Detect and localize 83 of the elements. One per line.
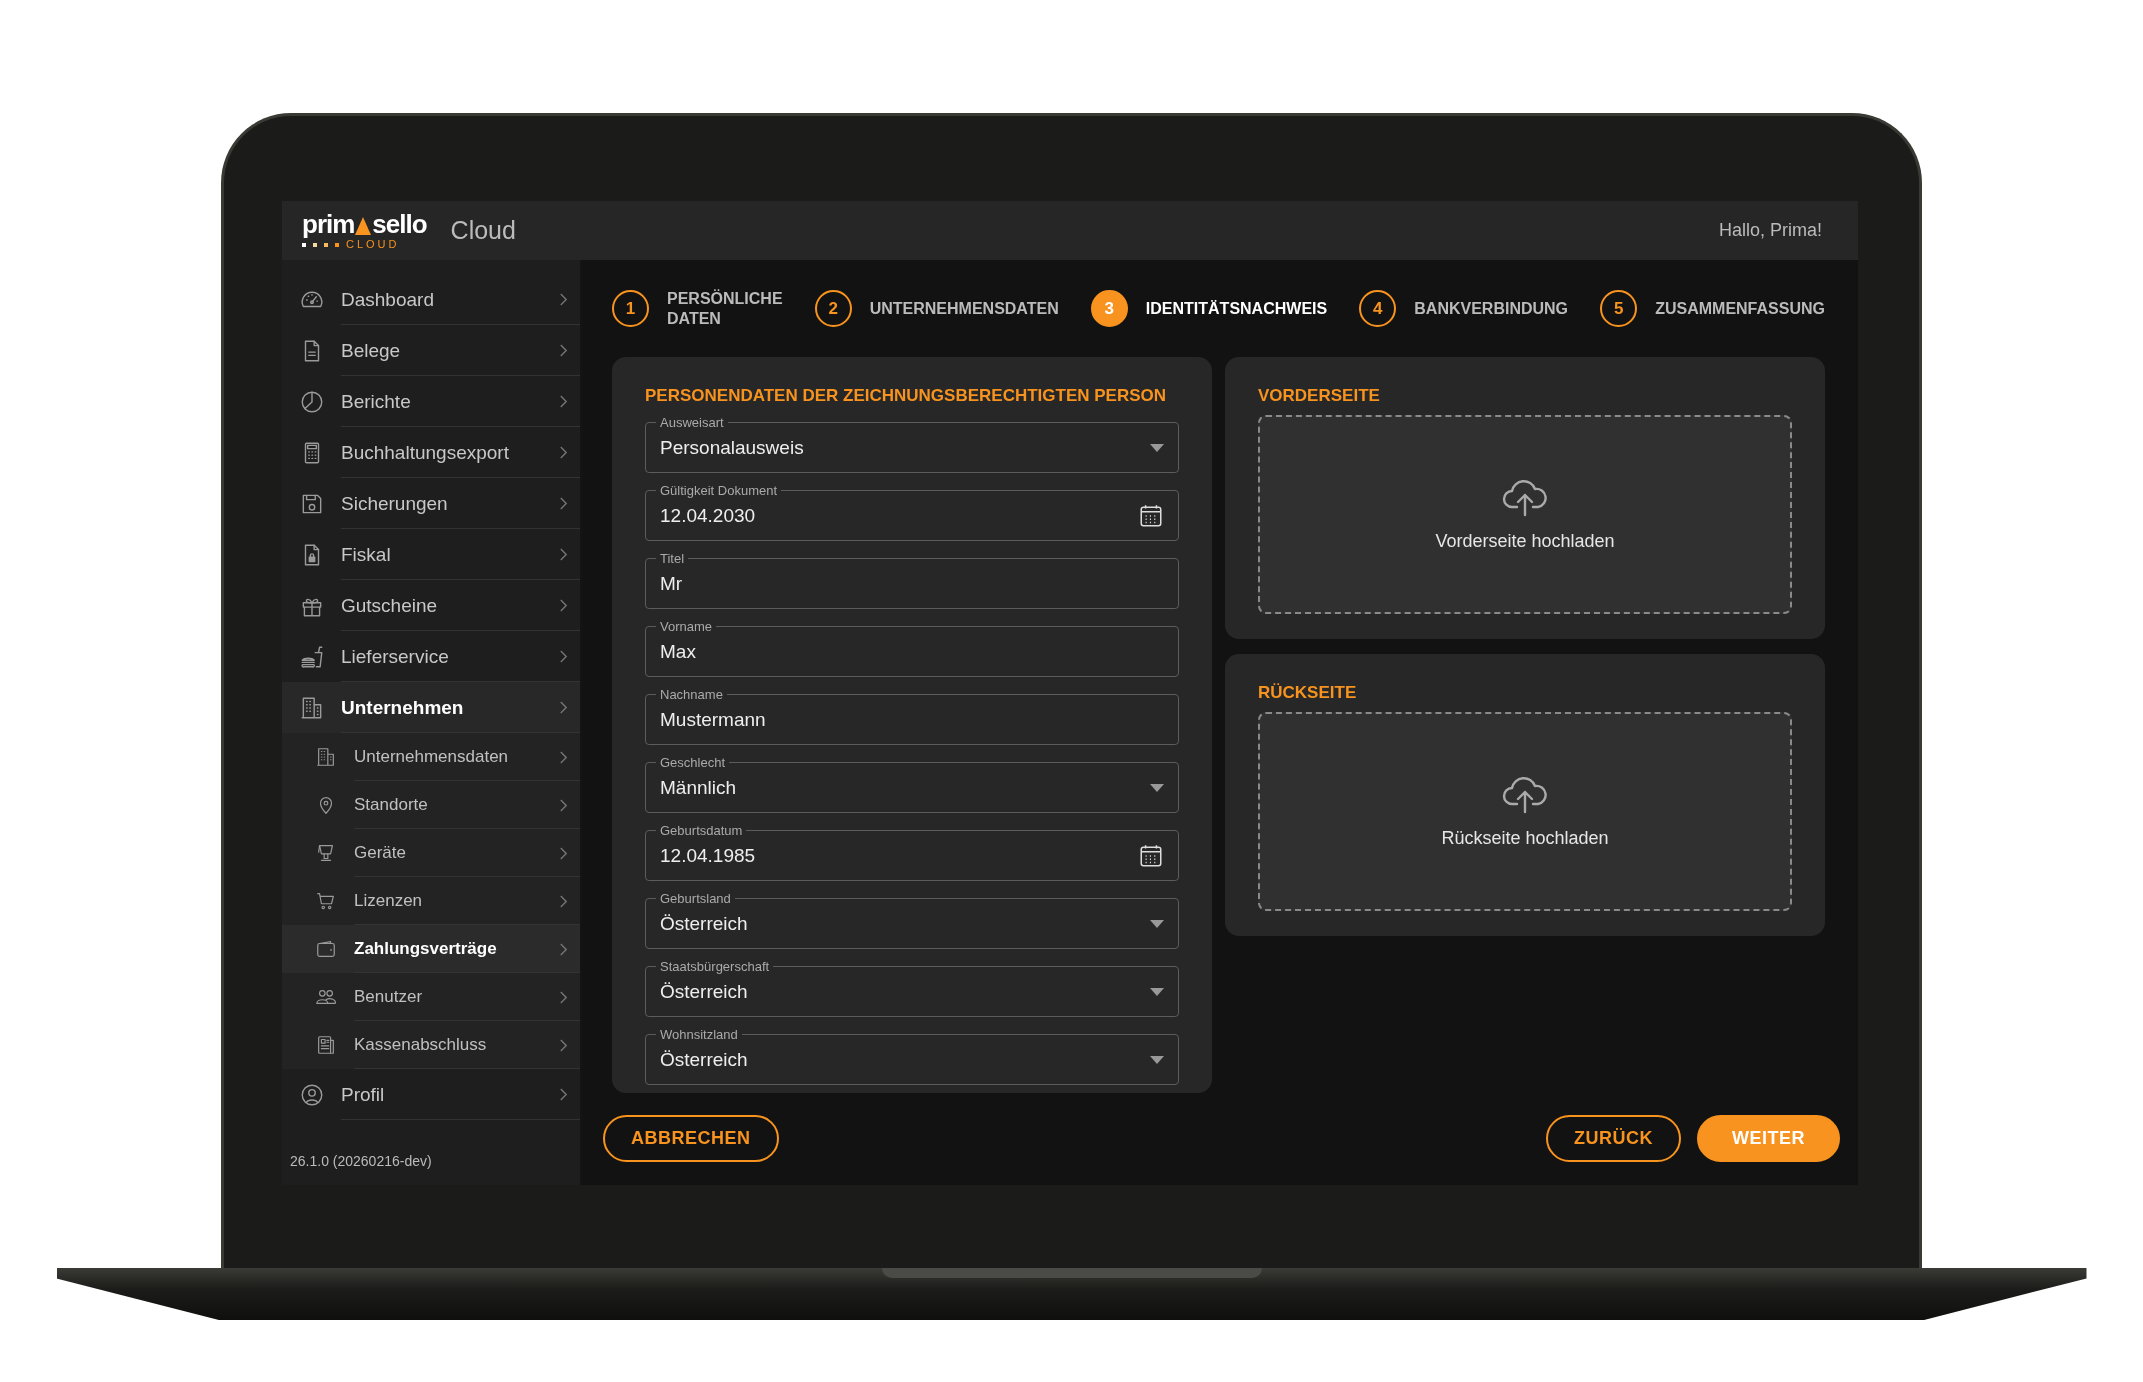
chevron-icon [559,989,568,1005]
sidebar-subitem[interactable]: Standorte [282,781,580,829]
greeting: Hallo, Prima! [1718,220,1822,241]
sidebar-item[interactable]: Dashboard [282,274,580,325]
chevron-icon [559,496,568,511]
caret-icon [1150,1056,1164,1064]
dropdown-field[interactable]: Wohnsitzland Österreich [645,1027,1179,1085]
sidebar-item[interactable]: Fiskal [282,529,580,580]
step-label: UNTERNEHMENSDATEN [869,298,1059,319]
report-icon [315,1034,337,1056]
date-field[interactable]: Gültigkeit Dokument 12.04.2030 [645,483,1179,541]
chevron-icon [559,343,568,358]
version-label: 26.1.0 (20260216-dev) [289,1153,433,1171]
chevron-icon [559,797,568,813]
sidebar-subitem[interactable]: Geräte [282,829,580,877]
upload-dropzone[interactable]: Vorderseite hochladen [1258,415,1792,614]
section-title: RÜCKSEITE [1258,682,1357,704]
stepper-step[interactable]: 3 IDENTITÄTSNACHWEIS [1090,290,1328,327]
stepper-step[interactable]: 1 PERSÖNLICHE DATEN [612,289,783,328]
chevron-icon [559,547,568,562]
dropdown-field[interactable]: Geschlecht Männlich [645,755,1179,813]
dropdown-field[interactable]: Ausweisart Personalausweis [645,415,1179,473]
step-number: 1 [612,290,649,327]
stepper-step[interactable]: 2 UNTERNEHMENSDATEN [814,290,1059,327]
back-button[interactable]: ZURÜCK [1546,1115,1681,1162]
step-label: IDENTITÄTSNACHWEIS [1145,298,1328,319]
sidebar-item[interactable]: Buchhaltungsexport [282,427,580,478]
sidebar-item[interactable]: Sicherungen [282,478,580,529]
wallet-icon [315,938,337,960]
upload-dropzone[interactable]: Rückseite hochladen [1258,712,1792,911]
chevron-icon [559,893,568,909]
sidebar-subitem[interactable]: Lizenzen [282,877,580,925]
chevron-icon [559,1087,568,1102]
cloud-upload-icon [1501,774,1549,814]
step-label: BANKVERBINDUNG [1414,298,1569,319]
sidebar-item[interactable]: Berichte [282,376,580,427]
chevron-icon [559,1037,568,1053]
section-title: PERSONENDATEN DER ZEICHNUNGSBERECHTIGTEN PERSON [645,385,1167,407]
chevron-icon [559,598,568,613]
chevron-icon [559,292,568,307]
sidebar-item[interactable]: Lieferservice [282,631,580,682]
cancel-button[interactable]: ABBRECHEN [603,1115,779,1162]
caret-icon [1150,988,1164,996]
stepper-step[interactable]: 4 BANKVERBINDUNG [1359,290,1569,327]
chevron-icon [559,700,568,715]
caret-icon [1150,920,1164,928]
caret-icon [1150,444,1164,452]
step-label: ZUSAMMENFASSUNG [1655,298,1825,319]
step-number: 5 [1600,290,1638,327]
section-title: VORDERSEITE [1258,385,1380,407]
step-label: PERSÖNLICHE DATEN [667,289,783,328]
chevron-icon [559,445,568,460]
sidebar-subitem[interactable]: Kassenabschluss [282,1021,580,1069]
caret-icon [1150,784,1164,792]
sidebar-subitem[interactable]: Unternehmensdaten [282,733,580,781]
chevron-icon [559,845,568,861]
building-icon [315,746,337,768]
chevron-icon [559,749,568,765]
step-number: 2 [814,290,852,327]
sidebar-item[interactable]: Gutscheine [282,580,580,631]
sidebar-item[interactable]: Belege [282,325,580,376]
chevron-icon [559,649,568,664]
calendar-icon[interactable] [1138,503,1164,529]
chevron-icon [559,394,568,409]
dropdown-field[interactable]: Geburtsland Österreich [645,891,1179,949]
chevron-icon [559,941,568,957]
app-name: Cloud [450,216,516,245]
cloud-upload-icon [1501,477,1549,517]
dropdown-field[interactable]: Staatsbürgerschaft Österreich [645,959,1179,1017]
cart-icon [315,890,337,912]
step-number: 3 [1090,290,1128,327]
logo: prim sello CLOUD [302,211,427,250]
input-field[interactable]: Nachname Mustermann [645,687,1179,745]
input-field[interactable]: Titel Mr [645,551,1179,609]
step-number: 4 [1359,290,1397,327]
sidebar-item[interactable]: Unternehmen [282,682,580,733]
input-field[interactable]: Vorname Max [645,619,1179,677]
sidebar-subitem[interactable]: Benutzer [282,973,580,1021]
date-field[interactable]: Geburtsdatum 12.04.1985 [645,823,1179,881]
stepper-step[interactable]: 5 ZUSAMMENFASSUNG [1600,290,1825,327]
sidebar-item[interactable]: Profil [282,1069,580,1120]
calendar-icon[interactable] [1138,843,1164,869]
sidebar-subitem[interactable]: Zahlungsverträge [282,925,580,973]
